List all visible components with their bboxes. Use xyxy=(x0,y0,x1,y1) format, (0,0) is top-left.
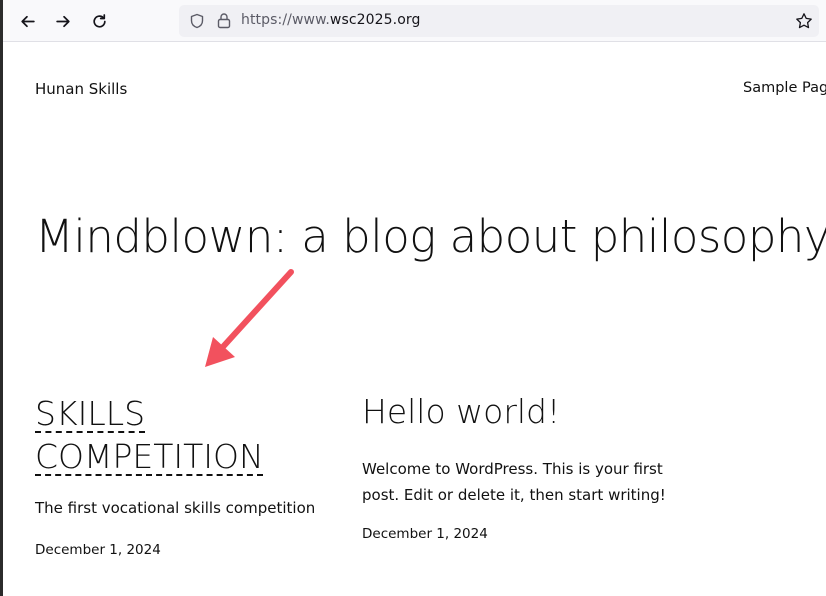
window-edge xyxy=(0,0,3,596)
url-prefix: https://www. xyxy=(241,12,330,28)
forward-arrow-icon xyxy=(55,15,70,27)
address-bar[interactable]: https://www.wsc2025.org xyxy=(179,5,819,37)
site-title-link[interactable]: Hunan Skills xyxy=(35,80,127,98)
forward-button[interactable] xyxy=(49,7,77,35)
star-icon[interactable] xyxy=(795,12,813,30)
post-date: December 1, 2024 xyxy=(35,542,161,558)
annotation-arrow xyxy=(205,269,294,367)
post-excerpt: The first vocational skills competition xyxy=(35,499,316,517)
post-title-link[interactable]: SKILLS COMPETITION xyxy=(35,392,335,478)
shield-icon[interactable] xyxy=(189,13,205,29)
url-domain: wsc2025.org xyxy=(329,12,421,28)
post-date: December 1, 2024 xyxy=(362,526,488,542)
post-title-text[interactable]: SKILLS COMPETITION xyxy=(35,394,264,476)
back-arrow-icon xyxy=(20,15,35,27)
post-title-link[interactable]: Hello world! xyxy=(362,392,560,431)
page-heading: Mindblown: a blog about philosophy. xyxy=(35,210,826,263)
back-button[interactable] xyxy=(13,7,41,35)
browser-toolbar: https://www.wsc2025.org xyxy=(3,0,826,42)
url-text[interactable]: https://www.wsc2025.org xyxy=(241,12,421,28)
reload-icon xyxy=(92,13,106,28)
nav-link-sample-page[interactable]: Sample Page xyxy=(743,80,826,96)
lock-icon[interactable] xyxy=(216,12,232,29)
reload-button[interactable] xyxy=(85,7,113,35)
post-excerpt: Welcome to WordPress. This is your first… xyxy=(362,460,666,504)
